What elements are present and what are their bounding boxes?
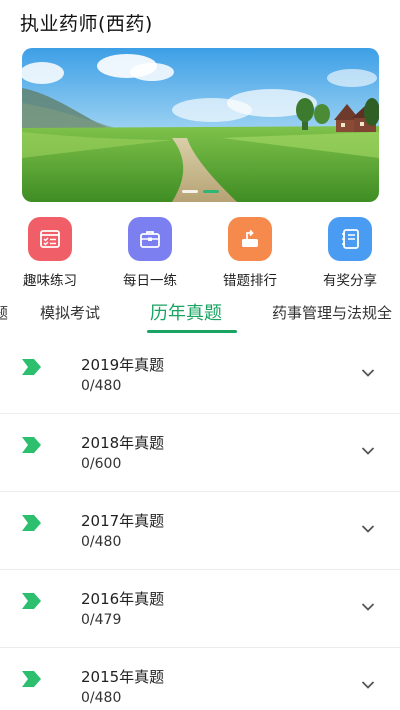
paper-progress: 0/600 bbox=[81, 456, 122, 472]
carousel-dot-active[interactable] bbox=[203, 190, 219, 193]
paper-title: 2017年真题 bbox=[81, 512, 165, 530]
banner-image bbox=[22, 48, 379, 202]
feature-label: 每日一练 bbox=[123, 273, 177, 289]
active-tab-indicator bbox=[147, 330, 237, 333]
feature-label: 趣味练习 bbox=[23, 273, 77, 289]
paper-title: 2016年真题 bbox=[81, 590, 165, 608]
green-flag-icon bbox=[22, 359, 41, 375]
paper-title: 2015年真题 bbox=[81, 668, 165, 686]
chevron-down-icon[interactable] bbox=[361, 524, 375, 534]
feature-wrong-ranking[interactable]: 错题排行 bbox=[205, 214, 295, 289]
paper-progress: 0/480 bbox=[81, 690, 122, 706]
green-flag-icon bbox=[22, 671, 41, 687]
share-notebook-icon bbox=[328, 217, 372, 261]
paper-progress: 0/480 bbox=[81, 378, 122, 394]
feature-practice[interactable]: 趣味练习 bbox=[5, 214, 95, 289]
list-item[interactable]: 2018年真题 0/600 bbox=[0, 414, 400, 492]
category-tabs: 题 模拟考试 历年真题 药事管理与法规全 bbox=[0, 296, 400, 338]
feature-grid: 趣味练习 每日一练 错题排行 有奖分享 bbox=[0, 214, 400, 290]
paper-progress: 0/479 bbox=[81, 612, 122, 628]
chevron-down-icon[interactable] bbox=[361, 446, 375, 456]
chevron-down-icon[interactable] bbox=[361, 680, 375, 690]
tab-mock-exam[interactable]: 模拟考试 bbox=[40, 302, 100, 323]
green-flag-icon bbox=[22, 515, 41, 531]
feature-share[interactable]: 有奖分享 bbox=[305, 214, 395, 289]
chevron-down-icon[interactable] bbox=[361, 602, 375, 612]
feature-label: 有奖分享 bbox=[323, 273, 377, 289]
ranking-icon bbox=[228, 217, 272, 261]
banner-carousel[interactable] bbox=[22, 48, 379, 202]
list-item[interactable]: 2019年真题 0/480 bbox=[0, 336, 400, 414]
feature-daily[interactable]: 每日一练 bbox=[105, 214, 195, 289]
tab-pharmacy-law[interactable]: 药事管理与法规全 bbox=[272, 302, 392, 323]
practice-icon bbox=[28, 217, 72, 261]
paper-title: 2019年真题 bbox=[81, 356, 165, 374]
green-flag-icon bbox=[22, 593, 41, 609]
tab-past-papers[interactable]: 历年真题 bbox=[150, 299, 222, 325]
list-item[interactable]: 2015年真题 0/480 bbox=[0, 648, 400, 710]
page-title: 执业药师(西药) bbox=[20, 13, 153, 35]
app-header: 执业药师(西药) bbox=[0, 0, 400, 44]
paper-title: 2018年真题 bbox=[81, 434, 165, 452]
list-item[interactable]: 2016年真题 0/479 bbox=[0, 570, 400, 648]
tab-partial[interactable]: 题 bbox=[0, 302, 8, 323]
briefcase-icon bbox=[128, 217, 172, 261]
feature-label: 错题排行 bbox=[223, 273, 277, 289]
list-item[interactable]: 2017年真题 0/480 bbox=[0, 492, 400, 570]
chevron-down-icon[interactable] bbox=[361, 368, 375, 378]
carousel-dot[interactable] bbox=[182, 190, 198, 193]
paper-progress: 0/480 bbox=[81, 534, 122, 550]
carousel-indicator bbox=[22, 190, 379, 193]
green-flag-icon bbox=[22, 437, 41, 453]
